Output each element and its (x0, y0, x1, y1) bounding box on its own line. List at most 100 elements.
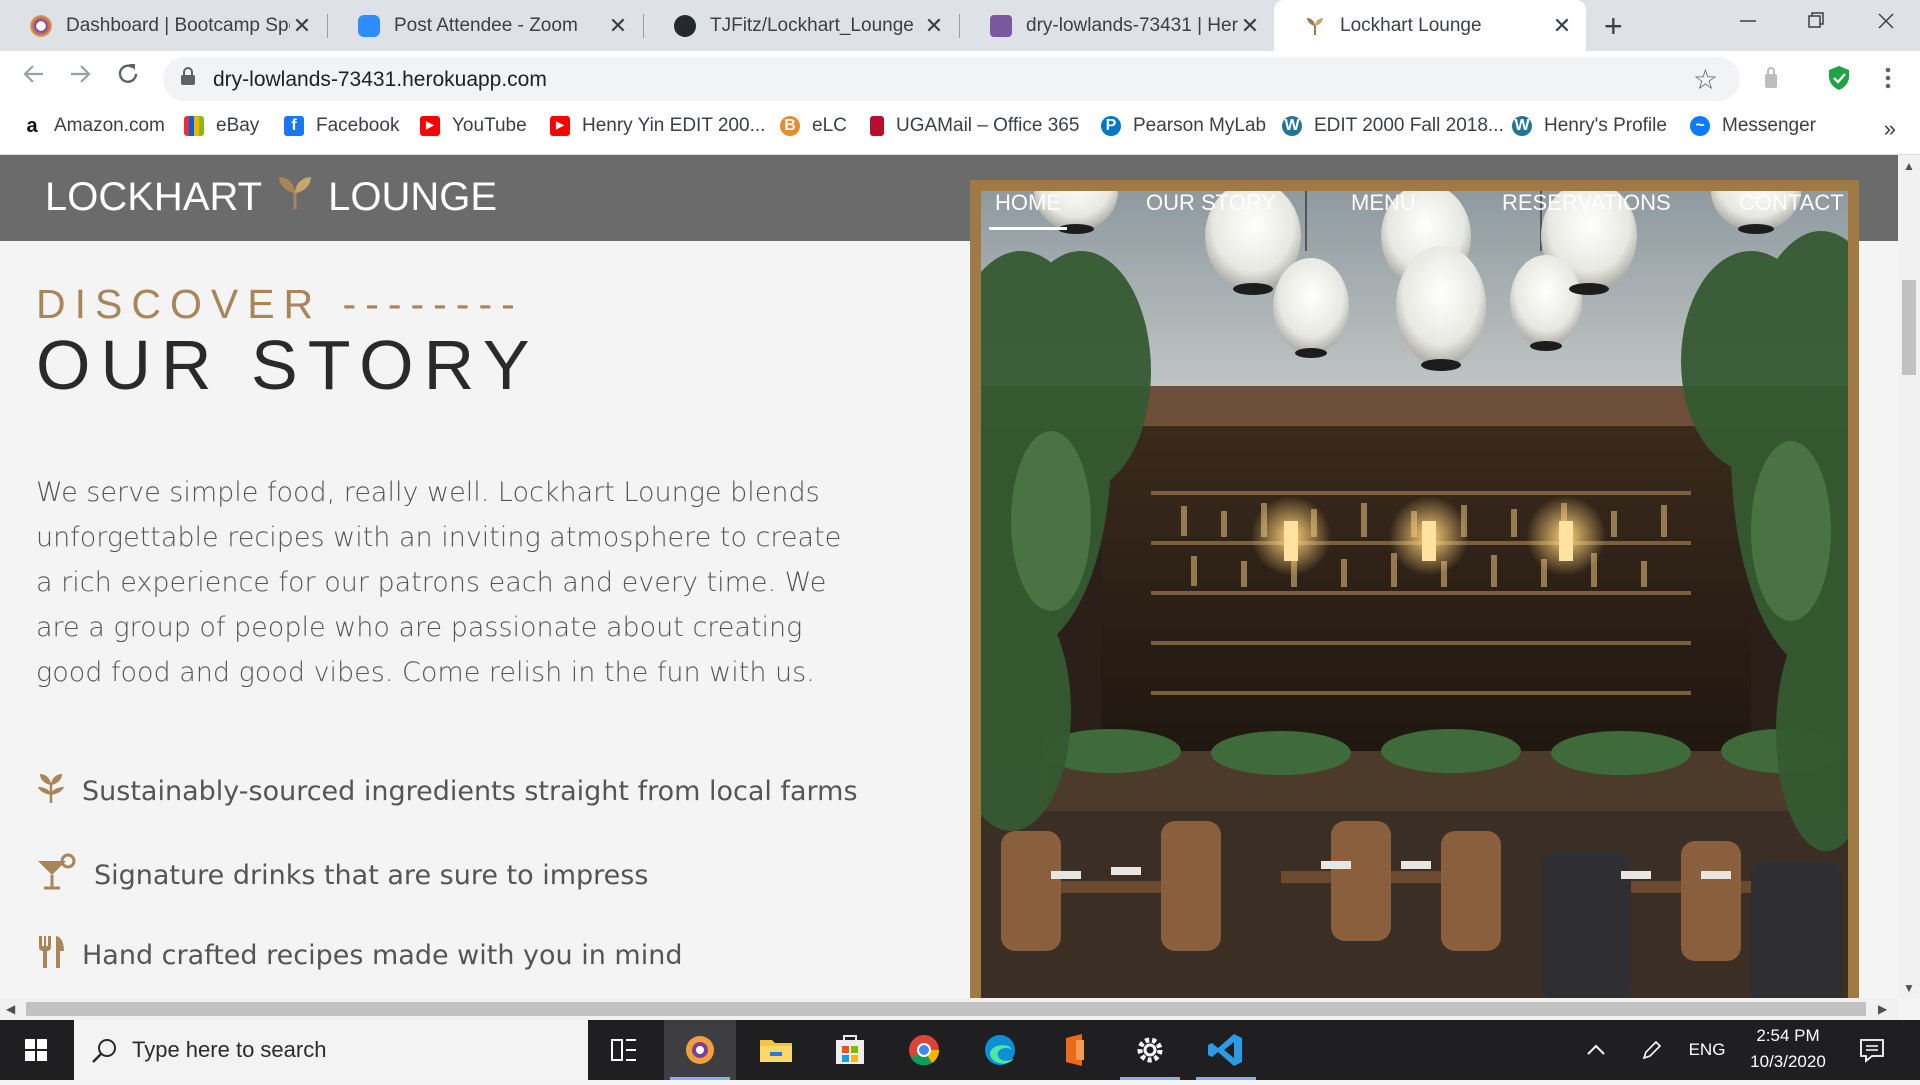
site-logo[interactable]: LOCKHART LOUNGE (45, 173, 497, 221)
close-icon[interactable]: ✕ (290, 13, 314, 39)
horizontal-scroll-thumb[interactable] (26, 1002, 1866, 1016)
youtube-icon: ▶ (420, 116, 440, 136)
minimize-button[interactable] (1718, 6, 1778, 42)
utensils-icon (36, 934, 66, 977)
clock-time[interactable]: 2:54 PM (1740, 1026, 1836, 1046)
menu-kebab-icon[interactable] (1874, 64, 1902, 92)
bookmark-label: Messenger (1722, 115, 1816, 136)
new-tab-button[interactable]: + (1604, 8, 1623, 45)
vertical-scrollbar[interactable]: ▲ ▼ (1898, 155, 1920, 998)
close-icon[interactable]: ✕ (922, 13, 946, 39)
arrow-left-icon (23, 65, 43, 83)
bookmark-ebay[interactable]: eBay (184, 115, 259, 137)
vscode-icon (1208, 1034, 1242, 1066)
nav-menu[interactable]: MENU (1351, 190, 1416, 216)
search-placeholder: Type here to search (132, 1037, 327, 1062)
shield-check-icon[interactable] (1825, 64, 1853, 92)
bookmarks-bar: a Amazon.com eBay f Facebook ▶ YouTube ▶… (0, 106, 1920, 155)
scroll-left-icon[interactable]: ◀ (6, 1002, 15, 1016)
close-window-button[interactable] (1856, 6, 1916, 42)
windows-logo-icon (25, 1039, 47, 1061)
windows-taskbar: Type here to search ENG 2:54 PM 10/3/202… (0, 1020, 1920, 1080)
horizontal-scrollbar[interactable]: ◀ ▶ (0, 998, 1898, 1020)
bookmark-facebook[interactable]: f Facebook (284, 115, 399, 137)
search-icon (92, 1039, 116, 1063)
vertical-scroll-thumb[interactable] (1902, 280, 1916, 375)
bootcamp-icon (30, 14, 52, 37)
bookmark-edit-2000[interactable]: W EDIT 2000 Fall 2018... (1282, 115, 1504, 137)
bookmark-amazon[interactable]: a Amazon.com (22, 115, 165, 137)
extension-icon[interactable] (1757, 64, 1785, 92)
tab-zoom[interactable]: Post Attendee - Zoom ✕ (328, 0, 642, 51)
nav-our-story[interactable]: OUR STORY (1146, 190, 1276, 216)
youtube-icon: ▶ (550, 116, 570, 136)
bootcamp-icon (686, 1036, 714, 1064)
ebay-icon (184, 116, 204, 136)
gear-icon (1137, 1037, 1163, 1063)
notification-icon (1860, 1039, 1884, 1063)
start-button[interactable] (0, 1020, 72, 1080)
tab-lockhart[interactable]: Lockhart Lounge ✕ (1274, 0, 1586, 51)
bookmark-elc[interactable]: B eLC (780, 115, 847, 137)
back-button[interactable] (14, 61, 54, 94)
address-bar[interactable]: dry-lowlands-73431.herokuapp.com ☆ (163, 57, 1740, 101)
forward-button[interactable] (60, 61, 100, 94)
show-hidden-icons-button[interactable] (1584, 1038, 1608, 1067)
bookmark-messenger[interactable]: ~ Messenger (1690, 115, 1816, 137)
zoom-icon (358, 14, 380, 37)
bookmarks-overflow-button[interactable]: » (1884, 116, 1896, 142)
uga-icon (870, 116, 884, 136)
language-indicator[interactable]: ENG (1682, 1040, 1732, 1060)
taskbar-app-settings[interactable] (1114, 1020, 1186, 1080)
task-view-button[interactable] (588, 1020, 660, 1080)
taskbar-app-file-explorer[interactable] (740, 1020, 812, 1080)
taskbar-search[interactable]: Type here to search (74, 1020, 588, 1080)
restore-icon (1808, 12, 1824, 28)
pearson-icon: P (1101, 116, 1121, 136)
scroll-down-icon[interactable]: ▼ (1903, 981, 1915, 995)
messenger-icon: ~ (1690, 116, 1710, 136)
taskbar-app-edge[interactable] (964, 1020, 1036, 1080)
taskbar-app-office[interactable] (1038, 1020, 1110, 1080)
tab-heroku[interactable]: dry-lowlands-73431 | Herol ✕ (960, 0, 1274, 51)
bookmark-youtube[interactable]: ▶ YouTube (420, 115, 527, 137)
bookmark-ugamail[interactable]: UGAMail – Office 365 (870, 115, 1079, 137)
photo-frame (970, 180, 1859, 998)
bookmark-henry-profile[interactable]: W Henry's Profile (1512, 115, 1667, 137)
bookmark-label: eLC (812, 115, 847, 136)
nav-reservations[interactable]: RESERVATIONS (1502, 190, 1671, 216)
nav-home[interactable]: HOME (989, 190, 1067, 230)
tab-title: Lockhart Lounge (1340, 14, 1482, 36)
wordpress-icon: W (1282, 116, 1302, 136)
close-icon (1878, 13, 1894, 29)
bookmark-henry-yin[interactable]: ▶ Henry Yin EDIT 200... (550, 115, 765, 137)
lock-icon (181, 67, 195, 85)
url-text[interactable]: dry-lowlands-73431.herokuapp.com (213, 68, 547, 92)
taskbar-app-bootcamp-browser[interactable] (664, 1020, 736, 1080)
clock-date[interactable]: 10/3/2020 (1740, 1052, 1836, 1072)
bookmark-label: Facebook (316, 115, 400, 136)
close-icon[interactable]: ✕ (606, 13, 630, 39)
scroll-right-icon[interactable]: ▶ (1878, 1002, 1887, 1016)
action-center-button[interactable] (1856, 1036, 1888, 1069)
facebook-icon: f (284, 116, 304, 136)
taskbar-app-vscode[interactable] (1190, 1020, 1262, 1080)
close-icon[interactable]: ✕ (1238, 13, 1262, 39)
tab-bootcamp[interactable]: Dashboard | Bootcamp Spo ✕ (0, 0, 326, 51)
restore-button[interactable] (1786, 6, 1846, 42)
bookmark-label: eBay (216, 115, 260, 136)
taskbar-app-chrome[interactable] (888, 1020, 960, 1080)
browser-toolbar: dry-lowlands-73431.herokuapp.com ☆ (0, 51, 1920, 106)
pen-icon[interactable] (1640, 1038, 1664, 1067)
tab-github[interactable]: TJFitz/Lockhart_Lounge ✕ (644, 0, 958, 51)
bookmark-pearson[interactable]: P Pearson MyLab (1101, 115, 1266, 137)
bookmark-star-icon[interactable]: ☆ (1693, 63, 1718, 96)
scroll-up-icon[interactable]: ▲ (1903, 159, 1915, 173)
reload-button[interactable] (108, 61, 148, 94)
close-icon[interactable]: ✕ (1550, 13, 1574, 39)
taskbar-app-store[interactable] (814, 1020, 886, 1080)
section-heading: OUR STORY (36, 326, 540, 404)
nav-contact[interactable]: CONTACT (1739, 190, 1844, 216)
feature-text: Hand crafted recipes made with you in mi… (82, 940, 683, 971)
bookmark-label: YouTube (452, 115, 527, 136)
